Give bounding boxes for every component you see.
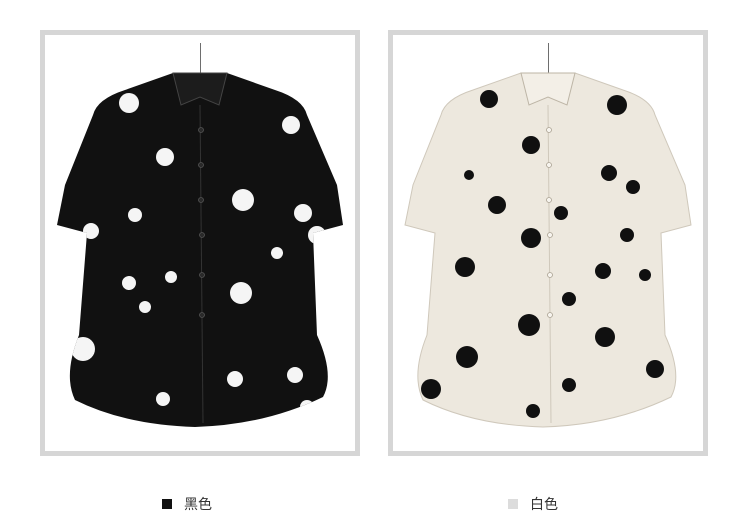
product-photo-white-frame[interactable] [388, 30, 708, 456]
product-photo-black-frame[interactable] [40, 30, 360, 456]
black-swatch-icon [162, 499, 172, 509]
product-photo-white[interactable] [393, 35, 703, 451]
white-polka-dot-shirt-image [404, 72, 692, 428]
color-option-black[interactable]: 黑色 [162, 492, 212, 516]
color-label-white: 白色 [530, 497, 558, 513]
color-option-white[interactable]: 白色 [508, 492, 558, 516]
color-label-black: 黑色 [184, 497, 212, 513]
black-polka-dot-shirt-image [57, 72, 343, 427]
product-photo-black[interactable] [45, 35, 355, 451]
white-swatch-icon [508, 499, 518, 509]
